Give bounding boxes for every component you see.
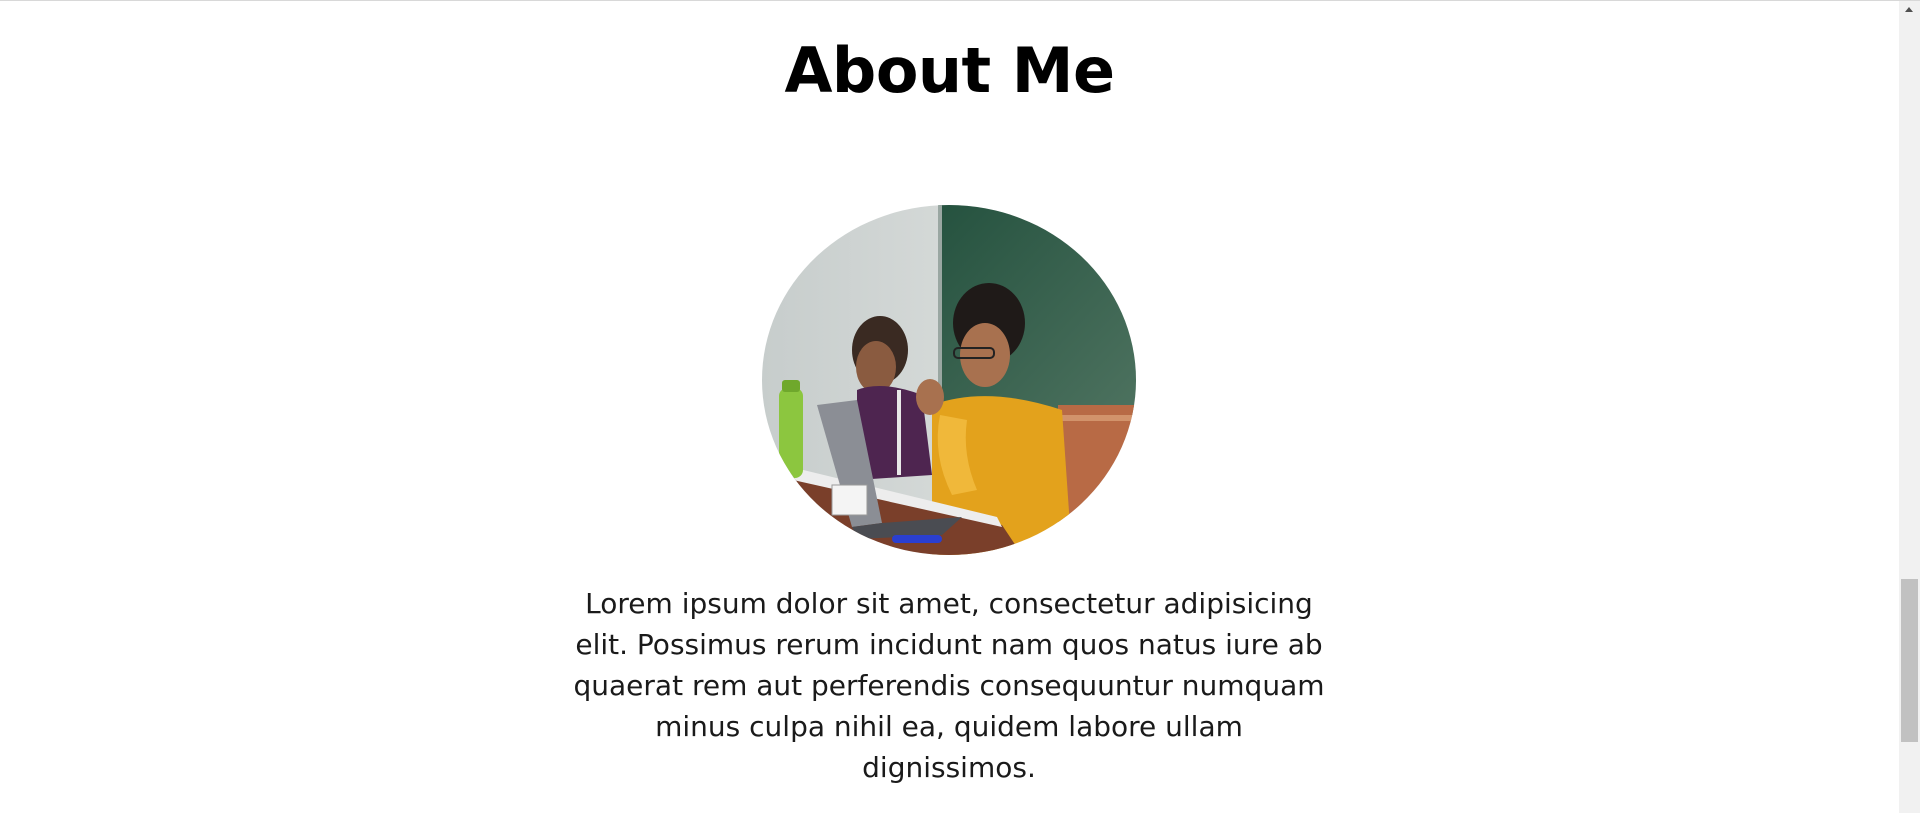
bio-text: Lorem ipsum dolor sit amet, consectetur … — [573, 587, 1325, 784]
about-section: About Me Lorem ipsum dolor sit amet, con… — [0, 1, 1899, 813]
page: About Me Lorem ipsum dolor sit amet, con… — [0, 0, 1920, 813]
profile-photo — [762, 205, 1136, 555]
section-title: About Me — [784, 34, 1115, 107]
vertical-scrollbar[interactable] — [1899, 1, 1920, 813]
profile-photo-image — [762, 205, 1136, 555]
arrow-up-icon[interactable] — [1899, 1, 1920, 18]
scrollbar-thumb[interactable] — [1901, 579, 1918, 742]
